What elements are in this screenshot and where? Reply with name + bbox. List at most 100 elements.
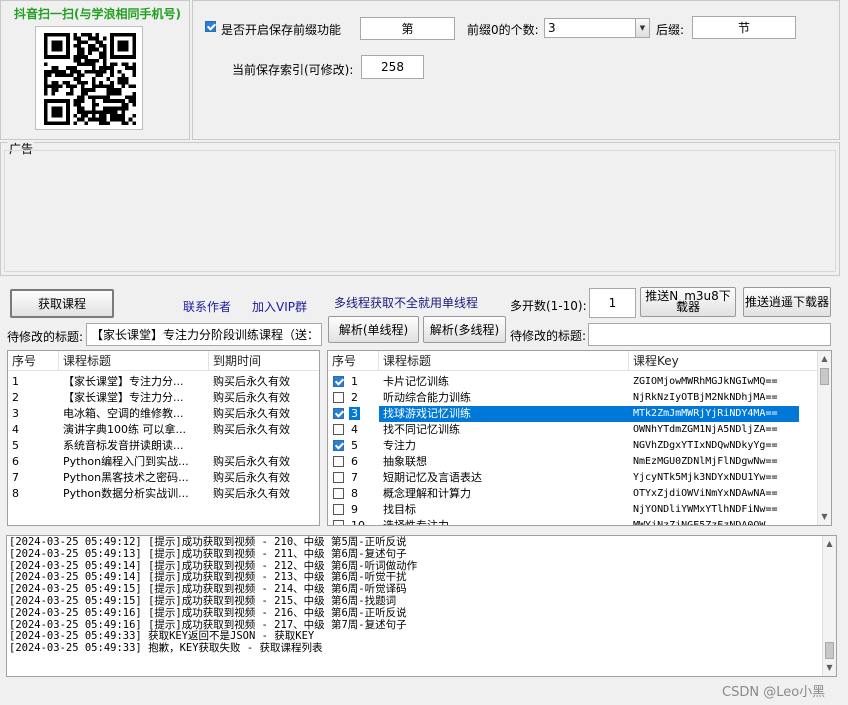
lesson-key: NGVhZDgxYTIxNDQwNDkyYg==	[633, 440, 778, 451]
course-col-expire[interactable]: 到期时间	[209, 351, 319, 370]
log-lines: [2024-03-25 05:49:12] [提示]成功获取到视频 - 210、…	[7, 536, 836, 655]
lesson-checkbox[interactable]	[333, 488, 344, 499]
table-row[interactable]: 1 【家长课堂】专注力分... 购买后永久有效	[8, 374, 319, 390]
suffix-label: 后缀:	[656, 23, 685, 37]
ad-area	[4, 150, 836, 272]
table-row[interactable]: 7 Python黑客技术之密码... 购买后永久有效	[8, 470, 319, 486]
table-row[interactable]: 8 Python数据分析实战训... 购买后永久有效	[8, 486, 319, 502]
lesson-key: YjcyNTk5Mjk3NDYxNDU1Yw==	[633, 472, 778, 483]
table-row[interactable]: 1 卡片记忆训练 ZGIOMjowMWRhMGJkNGIwMQ==	[328, 374, 831, 390]
course-no: 7	[12, 471, 19, 484]
lesson-col-title[interactable]: 课程标题	[379, 351, 629, 370]
lesson-no-cell: 6	[328, 454, 379, 470]
course-no: 1	[12, 375, 19, 388]
course-no: 3	[12, 407, 19, 420]
course-title: Python数据分析实战训...	[63, 487, 189, 500]
course-expire: 购买后永久有效	[213, 455, 290, 468]
lesson-checkbox[interactable]	[333, 440, 344, 451]
table-row[interactable]: 3 找球游戏记忆训练 MTk2ZmJmMWRjYjRiNDY4MA==	[328, 406, 831, 422]
course-no: 8	[12, 487, 19, 500]
lesson-checkbox[interactable]	[333, 408, 344, 419]
log-scroll-up-icon[interactable]: ▲	[823, 537, 836, 551]
lesson-scrollbar[interactable]: ▲ ▼	[817, 351, 831, 525]
qr-title: 抖音扫一扫(与学浪相同手机号)	[14, 7, 181, 21]
push-n-m3u8-label: 推送N_m3u8下载器	[645, 289, 731, 314]
scroll-down-icon[interactable]: ▼	[818, 510, 831, 524]
lesson-scroll-thumb[interactable]	[820, 368, 829, 385]
table-row[interactable]: 5 系统音标发音拼读朗读...	[8, 438, 319, 454]
enable-prefix-checkbox[interactable]	[205, 21, 216, 32]
log-panel[interactable]: [2024-03-25 05:49:12] [提示]成功获取到视频 - 210、…	[6, 535, 837, 677]
table-row[interactable]: 8 概念理解和计算力 OTYxZjdiOWViNmYxNDAwNA==	[328, 486, 831, 502]
save-index-input[interactable]: 258	[361, 55, 424, 79]
table-row[interactable]: 4 找不同记忆训练 OWNhYTdmZGM1NjA5NDljZA==	[328, 422, 831, 438]
table-row[interactable]: 10 选择性专注力 MWYjNzZjNGE5ZzEzNDA0OW	[328, 518, 831, 526]
log-scrollbar[interactable]: ▲ ▼	[822, 536, 836, 676]
multithread-hint: 多线程获取不全就用单线程	[334, 296, 479, 310]
lesson-checkbox[interactable]	[333, 376, 344, 387]
table-row[interactable]: 3 电冰箱、空调的维修教... 购买后永久有效	[8, 406, 319, 422]
course-col-no[interactable]: 序号	[8, 351, 59, 370]
table-row[interactable]: 6 Python编程入门到实战... 购买后永久有效	[8, 454, 319, 470]
course-expire	[209, 438, 319, 454]
lesson-title: 找不同记忆训练	[383, 423, 460, 436]
pending-title-input[interactable]: 【家长课堂】专注力分阶段训练课程（送：	[86, 323, 322, 346]
course-no: 2	[12, 391, 19, 404]
lesson-no: 5	[351, 439, 358, 452]
push-xiaoyao-button[interactable]: 推送逍遥下载器	[743, 287, 831, 317]
lesson-title: 听动综合能力训练	[383, 391, 471, 404]
lesson-checkbox[interactable]	[333, 504, 344, 515]
lesson-no-cell: 9	[328, 502, 379, 518]
lesson-checkbox[interactable]	[333, 392, 344, 403]
lesson-checkbox[interactable]	[333, 520, 344, 525]
lesson-key: OWNhYTdmZGM1NjA5NDljZA==	[633, 424, 778, 435]
concurrency-label: 多开数(1-10):	[510, 299, 587, 313]
lesson-checkbox[interactable]	[333, 456, 344, 467]
table-row[interactable]: 7 短期记忆及言语表达 YjcyNTk5Mjk3NDYxNDU1Yw==	[328, 470, 831, 486]
lesson-title: 卡片记忆训练	[383, 375, 449, 388]
course-title: Python黑客技术之密码...	[63, 471, 189, 484]
table-row[interactable]: 6 抽象联想 NmEzMGU0ZDNlMjFlNDgwNw==	[328, 454, 831, 470]
lesson-key: MWYjNzZjNGE5ZzEzNDA0OW	[633, 520, 766, 526]
table-row[interactable]: 4 演讲字典100练 可以拿... 购买后永久有效	[8, 422, 319, 438]
course-col-title[interactable]: 课程标题	[59, 351, 209, 370]
lesson-key: NmEzMGU0ZDNlMjFlNDgwNw==	[633, 456, 778, 467]
parse-single-button[interactable]: 解析(单线程)	[328, 316, 419, 343]
concurrency-input[interactable]: 1	[589, 288, 636, 318]
zero-count-select[interactable]: 3 ▼	[544, 18, 650, 38]
join-vip-link[interactable]: 加入VIP群	[252, 298, 307, 315]
lesson-checkbox[interactable]	[333, 472, 344, 483]
table-row[interactable]: 2 【家长课堂】专注力分... 购买后永久有效	[8, 390, 319, 406]
lesson-no-cell: 10	[328, 518, 379, 525]
push-n-m3u8-button[interactable]: 推送N_m3u8下载器	[640, 287, 736, 317]
contact-author-link[interactable]: 联系作者	[183, 298, 231, 315]
lesson-no-cell: 2	[328, 390, 379, 406]
lesson-title: 找目标	[383, 503, 416, 516]
log-scroll-down-icon[interactable]: ▼	[823, 661, 836, 675]
table-row[interactable]: 5 专注力 NGVhZDgxYTIxNDQwNDkyYg==	[328, 438, 831, 454]
scroll-up-icon[interactable]: ▲	[818, 352, 831, 366]
table-row[interactable]: 9 找目标 NjYONDliYWMxYTlhNDFiNw==	[328, 502, 831, 518]
course-table-header: 序号 课程标题 到期时间	[8, 351, 319, 371]
lesson-title: 找球游戏记忆训练	[379, 406, 629, 422]
course-title: 【家长课堂】专注力分...	[63, 375, 184, 388]
log-line: [2024-03-25 05:49:13] [提示]成功获取到视频 - 211、…	[9, 547, 407, 560]
suffix-input[interactable]: 节	[692, 16, 796, 39]
log-scroll-thumb[interactable]	[825, 642, 834, 659]
chevron-down-icon[interactable]: ▼	[635, 19, 649, 37]
course-rows: 1 【家长课堂】专注力分... 购买后永久有效 2 【家长课堂】专注力分... 购买后永久…	[8, 371, 319, 502]
lesson-checkbox[interactable]	[333, 424, 344, 435]
lesson-no-cell: 3	[328, 406, 379, 422]
prefix-input[interactable]: 第	[360, 17, 455, 40]
enable-prefix-label[interactable]: 是否开启保存前缀功能	[221, 21, 341, 38]
fetch-course-button[interactable]: 获取课程	[10, 289, 114, 318]
parse-multi-button[interactable]: 解析(多线程)	[423, 316, 506, 343]
lesson-no: 3	[349, 407, 360, 420]
lesson-col-no[interactable]: 序号	[328, 351, 379, 370]
lesson-no-cell: 8	[328, 486, 379, 502]
lesson-col-key[interactable]: 课程Key	[629, 351, 817, 370]
pending-title-input-2[interactable]	[588, 323, 831, 346]
lesson-no: 6	[351, 455, 358, 468]
course-no: 6	[12, 455, 19, 468]
table-row[interactable]: 2 听动综合能力训练 NjRkNzIyOTBjM2NkNDhjMA==	[328, 390, 831, 406]
